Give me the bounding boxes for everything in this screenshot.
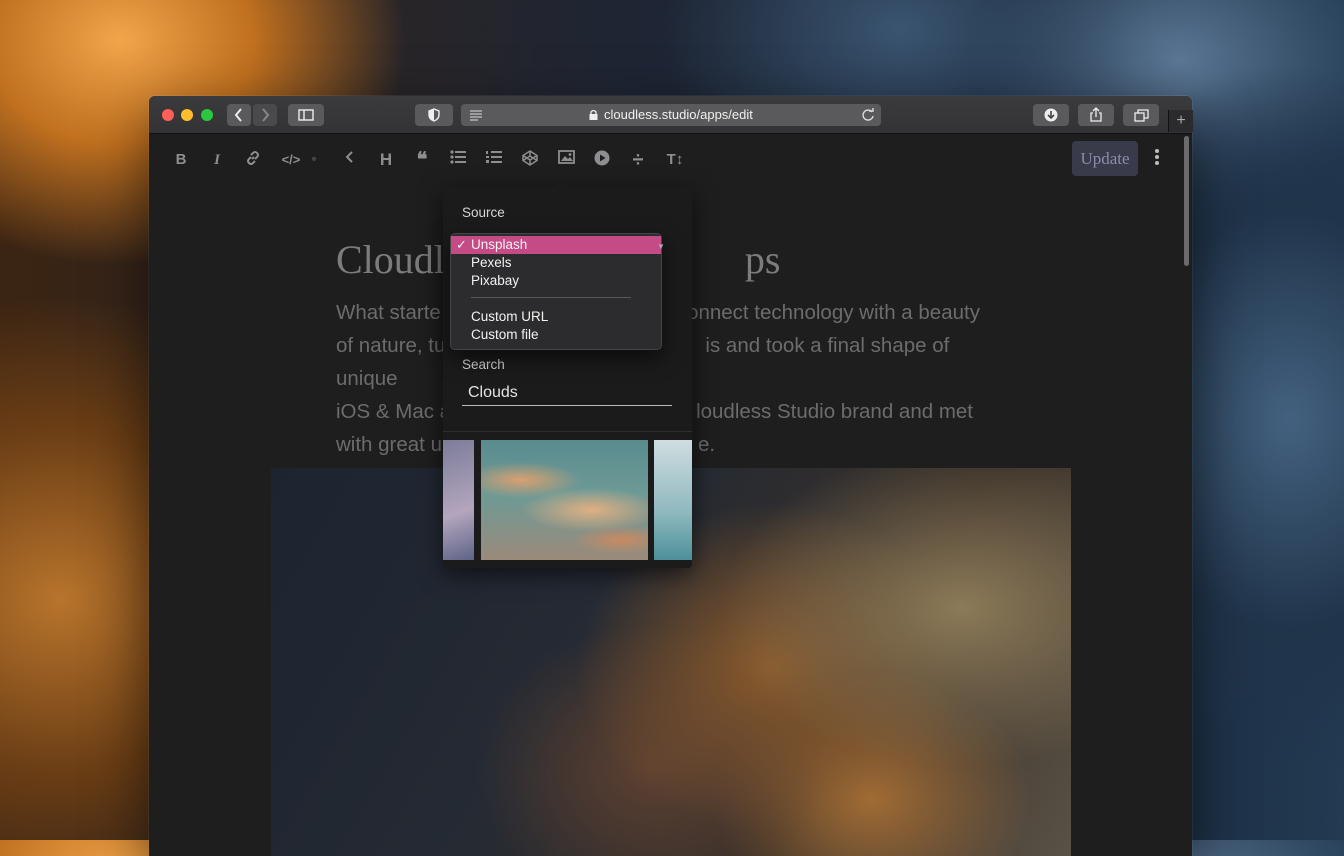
downloads-button[interactable] xyxy=(1033,104,1069,126)
body-line-right: connect technology with a beauty xyxy=(676,301,980,324)
update-button[interactable]: Update xyxy=(1072,141,1138,176)
sidebar-icon xyxy=(298,109,314,121)
source-option-custom-url[interactable]: Custom URL xyxy=(451,308,661,326)
bold-icon[interactable]: B xyxy=(170,150,192,170)
bulleted-list-icon[interactable] xyxy=(447,150,469,170)
source-option-label: Custom URL xyxy=(471,309,549,324)
address-bar[interactable]: cloudless.studio/apps/edit xyxy=(461,104,881,126)
forward-button[interactable] xyxy=(253,104,277,126)
reader-icon xyxy=(470,110,482,121)
body-line-right: loudless Studio brand and met xyxy=(696,400,973,423)
new-tab-button[interactable]: + xyxy=(1168,110,1193,132)
link-icon[interactable] xyxy=(242,150,264,170)
search-input[interactable]: Clouds xyxy=(462,380,672,406)
page-scrollbar[interactable] xyxy=(1184,136,1189,266)
tab-overview-button[interactable] xyxy=(1123,104,1159,126)
code-icon[interactable]: </> xyxy=(278,150,304,170)
body-line-left: of nature, tu xyxy=(336,334,446,357)
zoom-window-button[interactable] xyxy=(201,109,213,121)
image-result[interactable] xyxy=(481,440,648,560)
source-option-pexels[interactable]: Pexels xyxy=(451,254,661,272)
body-line-left: What starte xyxy=(336,301,441,324)
toolbar-separator: • xyxy=(311,151,317,168)
search-label: Search xyxy=(462,357,505,372)
tabs-icon xyxy=(1133,109,1149,122)
quote-icon[interactable]: ❝ xyxy=(411,150,433,170)
browser-titlebar: cloudless.studio/apps/edit xyxy=(149,96,1192,134)
chevron-left-icon[interactable] xyxy=(339,150,361,170)
editor-toolbar: B I </> • H ❝ ÷ T↕ xyxy=(149,134,1192,186)
close-window-button[interactable] xyxy=(162,109,174,121)
image-result[interactable] xyxy=(443,440,474,560)
image-result[interactable] xyxy=(654,440,692,560)
heading-icon[interactable]: H xyxy=(375,150,397,170)
source-option-custom-file[interactable]: Custom file xyxy=(451,326,661,344)
chevron-left-icon xyxy=(234,108,242,122)
source-option-unsplash[interactable]: ✓ Unsplash ▼ xyxy=(451,236,665,254)
source-option-label: Custom file xyxy=(471,327,539,342)
source-dropdown-menu[interactable]: ✓ Unsplash ▼ Pexels Pixabay Custom URL C… xyxy=(450,233,665,350)
numbered-list-icon[interactable] xyxy=(483,150,505,170)
source-option-label: Pixabay xyxy=(471,273,520,288)
url-text: cloudless.studio/apps/edit xyxy=(604,107,753,122)
image-results xyxy=(443,440,692,560)
sidebar-toggle-button[interactable] xyxy=(288,104,324,126)
back-button[interactable] xyxy=(227,104,251,126)
checkmark-icon: ✓ xyxy=(456,237,467,252)
source-option-pixabay[interactable]: Pixabay xyxy=(451,272,661,290)
popover-divider xyxy=(443,431,692,432)
body-line-right: e. xyxy=(697,433,716,456)
article-title-start: Cloudl xyxy=(336,237,445,282)
shield-icon xyxy=(428,108,440,122)
play-icon[interactable] xyxy=(591,150,613,170)
reload-icon[interactable] xyxy=(861,108,875,122)
text-size-icon[interactable]: T↕ xyxy=(661,150,689,170)
download-icon xyxy=(1044,108,1058,122)
share-button[interactable] xyxy=(1078,104,1114,126)
italic-icon[interactable]: I xyxy=(206,150,228,170)
source-label: Source xyxy=(462,205,505,220)
source-option-label: Unsplash xyxy=(471,237,528,252)
chevron-right-icon xyxy=(262,108,270,122)
image-icon[interactable] xyxy=(555,150,577,170)
body-line-left: with great u xyxy=(336,433,442,456)
codepen-icon[interactable] xyxy=(519,150,541,170)
divider-icon[interactable]: ÷ xyxy=(627,150,649,170)
source-option-label: Pexels xyxy=(471,255,512,270)
privacy-report-button[interactable] xyxy=(415,104,453,126)
share-icon xyxy=(1090,107,1102,122)
dropdown-separator xyxy=(471,297,631,298)
body-line-left: iOS & Mac a xyxy=(336,400,452,423)
article-title-end: ps xyxy=(744,237,781,282)
minimize-window-button[interactable] xyxy=(181,109,193,121)
more-options-icon[interactable] xyxy=(1154,148,1160,166)
lock-icon xyxy=(589,109,598,120)
